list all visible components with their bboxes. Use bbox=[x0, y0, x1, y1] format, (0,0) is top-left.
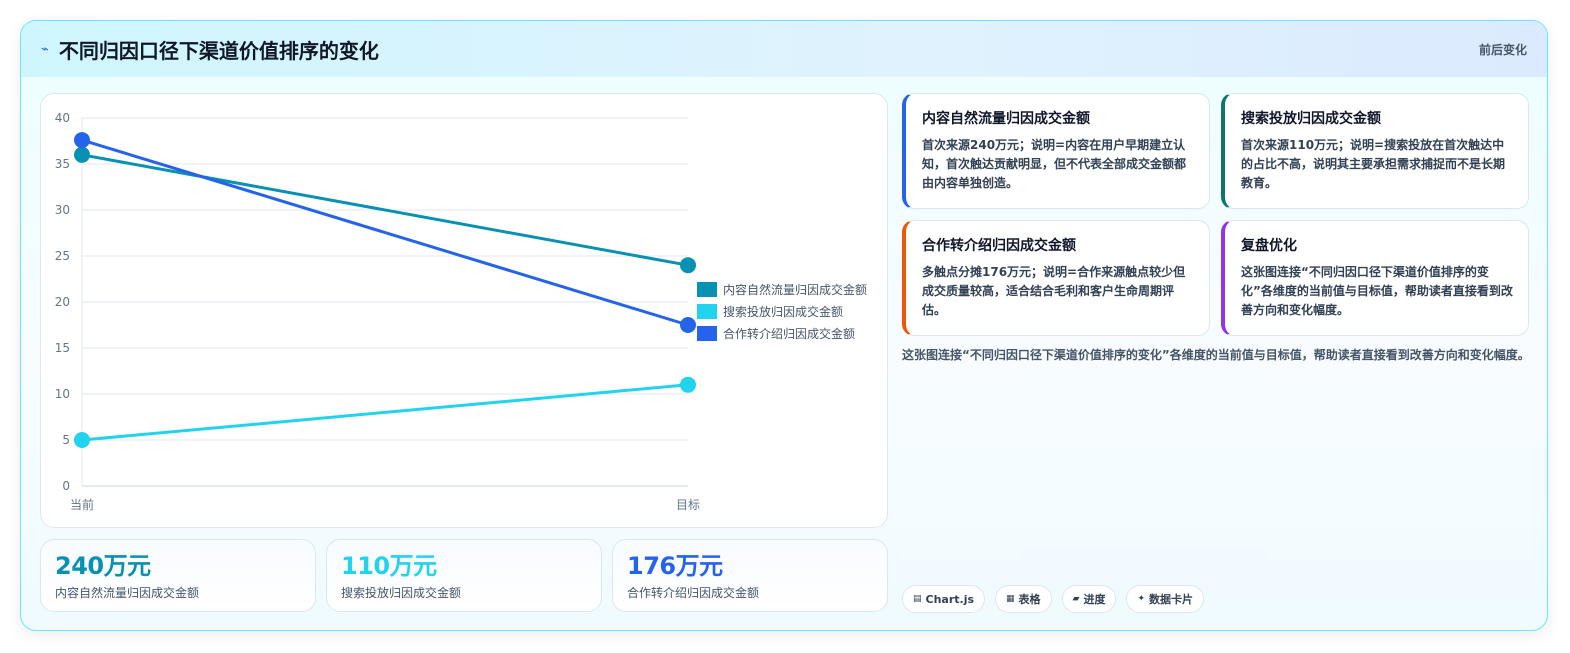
y-tick-label: 40 bbox=[55, 111, 70, 125]
data-point bbox=[74, 146, 90, 163]
kpi-card: 240万元 内容自然流量归因成交金额 bbox=[40, 539, 316, 612]
table-icon: ▦ bbox=[1006, 594, 1015, 604]
y-tick-label: 0 bbox=[62, 479, 70, 493]
insight-card: 内容自然流量归因成交金额 首次来源240万元；说明=内容在用户早期建立认知，首次… bbox=[902, 93, 1210, 209]
lightning-icon: ⌁ bbox=[41, 41, 49, 57]
legend-swatch bbox=[697, 282, 717, 297]
data-point bbox=[680, 376, 696, 393]
kpi-card: 176万元 合作转介绍归因成交金额 bbox=[612, 539, 888, 612]
insight-text: 这张图连接“不同归因口径下渠道价值排序的变化”各维度的当前值与目标值，帮助读者直… bbox=[1241, 265, 1513, 317]
series-line bbox=[81, 383, 689, 442]
chart-panel: 0 5 10 15 20 25 30 35 40 当前 目标 内容自然流量归因成交金额 搜索投放归因成交… bbox=[40, 93, 888, 528]
insight-title: 合作转介绍归因成交金额 bbox=[922, 238, 1076, 254]
header-tag: 前后变化 bbox=[1478, 42, 1527, 57]
insight-card: 复盘优化 这张图连接“不同归因口径下渠道价值排序的变化”各维度的当前值与目标值，… bbox=[1221, 220, 1529, 336]
legend-label: 搜索投放归因成交金额 bbox=[723, 304, 843, 319]
insight-title: 复盘优化 bbox=[1241, 238, 1297, 254]
chip-label: Chart.js bbox=[925, 592, 975, 606]
sparkle-icon: ✦ bbox=[1137, 594, 1146, 604]
y-tick-label: 5 bbox=[62, 433, 70, 447]
insight-card: 搜索投放归因成交金额 首次来源110万元；说明=搜索投放在首次触达中的占比不高，… bbox=[1221, 93, 1529, 209]
insight-text: 多触点分摊176万元；说明=合作来源触点较少但成交质量较高，适合结合毛利和客户生… bbox=[922, 265, 1186, 317]
insight-title: 内容自然流量归因成交金额 bbox=[922, 111, 1090, 127]
summary-text: 这张图连接“不同归因口径下渠道价值排序的变化”各维度的当前值与目标值，帮助读者直… bbox=[902, 348, 1530, 362]
x-tick-label: 当前 bbox=[70, 497, 94, 512]
legend-swatch bbox=[697, 326, 717, 341]
kpi-label: 内容自然流量归因成交金额 bbox=[55, 586, 200, 600]
title-wrap: ⌁ 不同归因口径下渠道价值排序的变化 bbox=[41, 35, 379, 64]
insight-text: 首次来源240万元；说明=内容在用户早期建立认知，首次触达贡献明显，但不代表全部… bbox=[922, 138, 1187, 190]
series-line bbox=[81, 138, 689, 327]
chip-chartjs[interactable]: ▤ Chart.js bbox=[902, 585, 986, 613]
data-point bbox=[74, 432, 90, 448]
kpi-value: 110万元 bbox=[341, 552, 437, 580]
insight-card: 合作转介绍归因成交金额 多触点分摊176万元；说明=合作来源触点较少但成交质量较… bbox=[902, 220, 1210, 336]
kpi-card: 110万元 搜索投放归因成交金额 bbox=[326, 539, 602, 612]
chip-label: 表格 bbox=[1018, 593, 1041, 606]
chip-row: ▤ Chart.js ▦ 表格 ▰ 进度 ✦ 数据卡片 bbox=[902, 585, 1205, 613]
chart-card: ⌁ 不同归因口径下渠道价值排序的变化 前后变化 0 5 10 15 20 25 30 35 40… bbox=[20, 20, 1548, 631]
data-point bbox=[74, 132, 90, 149]
legend-swatch bbox=[697, 304, 717, 319]
kpi-label: 搜索投放归因成交金额 bbox=[341, 586, 462, 600]
y-tick-label: 30 bbox=[55, 203, 70, 217]
chart-icon: ▤ bbox=[913, 594, 922, 604]
page-title: 不同归因口径下渠道价值排序的变化 bbox=[58, 38, 379, 63]
y-tick-label: 35 bbox=[55, 157, 70, 171]
chip-table[interactable]: ▦ 表格 bbox=[995, 585, 1052, 613]
kpi-label: 合作转介绍归因成交金额 bbox=[627, 586, 760, 600]
chip-label: 进度 bbox=[1083, 593, 1106, 606]
kpi-value: 176万元 bbox=[627, 552, 723, 580]
progress-icon: ▰ bbox=[1072, 594, 1080, 604]
line-chart: 0 5 10 15 20 25 30 35 40 当前 目标 内容自然流量归因成交金额搜索投放归因成交… bbox=[55, 111, 867, 512]
kpi-value: 240万元 bbox=[55, 552, 151, 580]
legend-label: 合作转介绍归因成交金额 bbox=[723, 326, 855, 341]
y-tick-label: 25 bbox=[55, 249, 70, 263]
y-tick-label: 10 bbox=[55, 387, 70, 401]
chip-progress[interactable]: ▰ 进度 bbox=[1061, 585, 1117, 613]
insight-title: 搜索投放归因成交金额 bbox=[1241, 111, 1381, 127]
legend-label: 内容自然流量归因成交金额 bbox=[723, 282, 867, 297]
data-point bbox=[680, 257, 696, 274]
y-tick-label: 20 bbox=[55, 295, 70, 309]
chip-label: 数据卡片 bbox=[1149, 593, 1194, 606]
data-point bbox=[680, 317, 696, 333]
chip-data-card[interactable]: ✦ 数据卡片 bbox=[1126, 585, 1205, 613]
x-tick-label: 目标 bbox=[676, 498, 700, 512]
insight-text: 首次来源110万元；说明=搜索投放在首次触达中的占比不高，说明其主要承担需求捕捉… bbox=[1241, 138, 1506, 190]
y-tick-label: 15 bbox=[55, 341, 70, 355]
card-header: ⌁ 不同归因口径下渠道价值排序的变化 前后变化 bbox=[21, 21, 1547, 77]
